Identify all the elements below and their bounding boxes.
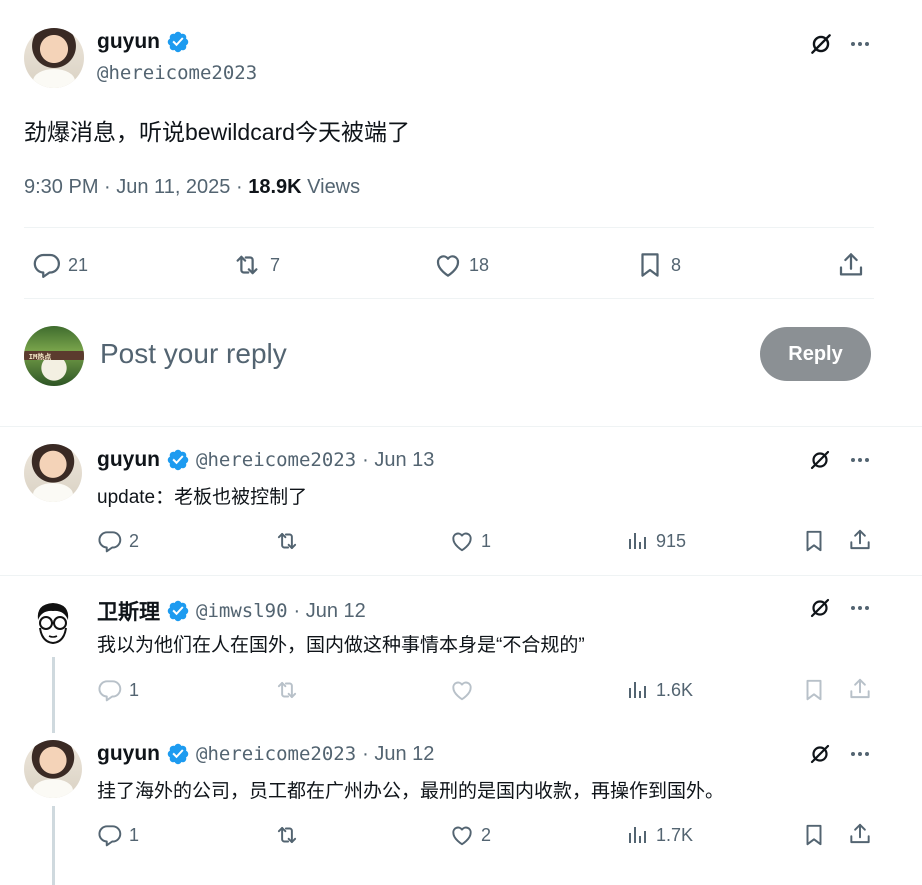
bookmark-icon — [635, 250, 665, 280]
views-action[interactable]: 1.6K — [626, 677, 693, 703]
post-meta: 9:30 PM · Jun 11, 2025 · 18.9K Views — [24, 176, 360, 199]
post-date[interactable]: · Jun 12 — [362, 743, 434, 766]
author-avatar[interactable] — [24, 444, 82, 502]
reply-icon — [97, 677, 123, 703]
like-icon — [449, 677, 475, 703]
post-timestamp[interactable]: 9:30 PM · Jun 11, 2025 · — [24, 176, 248, 198]
view-count: 18.9K — [248, 176, 302, 198]
like-action[interactable]: 2 — [449, 822, 491, 848]
like-action[interactable] — [449, 677, 475, 703]
reply-count: 1 — [129, 824, 140, 845]
reply-text: 我以为他们在人在国外，国内做这种事情本身是“不合规的” — [97, 635, 585, 656]
like-action[interactable]: 18 — [433, 250, 489, 280]
repost-count: 7 — [270, 254, 281, 275]
repost-action[interactable] — [273, 822, 301, 848]
reply-action[interactable]: 2 — [97, 528, 139, 554]
share-icon[interactable] — [847, 527, 873, 553]
repost-action[interactable]: 7 — [230, 250, 280, 280]
more-options-icon[interactable] — [848, 596, 872, 620]
divider — [24, 227, 874, 228]
author-handle[interactable]: @hereicome2023 — [196, 743, 356, 765]
author-name[interactable]: 卫斯理 — [97, 596, 160, 626]
post-date[interactable]: · Jun 13 — [362, 449, 434, 472]
bookmark-icon[interactable] — [801, 677, 827, 703]
repost-icon — [273, 528, 301, 554]
reply-text: 挂了海外的公司，员工都在广州办公，最刑的是国内收款，再操作到国外。 — [97, 781, 725, 802]
author-handle[interactable]: @imwsl90 — [196, 600, 288, 622]
more-options-icon[interactable] — [848, 32, 872, 56]
repost-action[interactable] — [273, 677, 301, 703]
reply-input[interactable]: Post your reply — [100, 338, 287, 370]
verified-badge-icon — [166, 30, 190, 54]
reply-button[interactable]: Reply — [760, 327, 871, 381]
views-action[interactable]: 915 — [626, 528, 686, 554]
post-date[interactable]: · Jun 12 — [294, 600, 366, 623]
repost-icon — [273, 677, 301, 703]
reply-action[interactable]: 1 — [97, 677, 139, 703]
author-avatar[interactable] — [24, 28, 84, 88]
repost-icon — [230, 250, 264, 280]
reply-icon — [97, 822, 123, 848]
like-icon — [433, 250, 463, 280]
author-handle[interactable]: @hereicome2023 — [196, 449, 356, 471]
bookmark-icon[interactable] — [801, 822, 827, 848]
author-avatar[interactable] — [30, 598, 76, 648]
views-icon — [626, 528, 650, 554]
current-user-avatar: IM热点 — [24, 326, 84, 386]
share-icon[interactable] — [847, 676, 873, 702]
author-name[interactable]: guyun — [97, 448, 160, 472]
reply-count: 21 — [68, 254, 89, 275]
view-count: 1.7K — [656, 824, 694, 845]
reply-action[interactable]: 1 — [97, 822, 139, 848]
reply-count: 1 — [129, 679, 140, 700]
bookmark-icon[interactable] — [801, 528, 827, 554]
bookmark-count: 8 — [671, 254, 682, 275]
more-options-icon[interactable] — [848, 448, 872, 472]
thread-line — [52, 806, 55, 885]
thread-line — [52, 657, 55, 733]
view-count: 1.6K — [656, 679, 694, 700]
grok-icon[interactable] — [808, 596, 832, 620]
author-name[interactable]: guyun — [97, 30, 160, 54]
share-icon[interactable] — [847, 821, 873, 847]
share-icon[interactable] — [836, 250, 866, 280]
like-icon — [449, 528, 475, 554]
repost-action[interactable] — [273, 528, 301, 554]
like-icon — [449, 822, 475, 848]
views-action[interactable]: 1.7K — [626, 822, 693, 848]
grok-icon[interactable] — [808, 31, 834, 57]
grok-icon[interactable] — [808, 448, 832, 472]
like-count: 2 — [481, 824, 492, 845]
divider — [0, 575, 922, 576]
views-label: Views — [307, 176, 361, 198]
verified-badge-icon — [166, 599, 190, 623]
repost-icon — [273, 822, 301, 848]
verified-badge-icon — [166, 742, 190, 766]
divider — [0, 426, 922, 427]
author-avatar[interactable] — [24, 740, 82, 798]
divider — [24, 298, 874, 299]
like-count: 18 — [469, 254, 490, 275]
bookmark-action[interactable]: 8 — [635, 250, 681, 280]
author-handle[interactable]: @hereicome2023 — [97, 62, 257, 84]
post-text: 劲爆消息，听说bewildcard今天被端了 — [24, 119, 410, 145]
reply-icon — [97, 528, 123, 554]
reply-action[interactable]: 21 — [32, 250, 88, 280]
views-icon — [626, 822, 650, 848]
like-action[interactable]: 1 — [449, 528, 491, 554]
grok-icon[interactable] — [808, 742, 832, 766]
more-options-icon[interactable] — [848, 742, 872, 766]
view-count: 915 — [656, 530, 687, 551]
like-count: 1 — [481, 530, 492, 551]
verified-badge-icon — [166, 448, 190, 472]
views-icon — [626, 677, 650, 703]
reply-icon — [32, 250, 62, 280]
reply-count: 2 — [129, 530, 140, 551]
author-name[interactable]: guyun — [97, 742, 160, 766]
reply-text: update：老板也被控制了 — [97, 487, 308, 508]
